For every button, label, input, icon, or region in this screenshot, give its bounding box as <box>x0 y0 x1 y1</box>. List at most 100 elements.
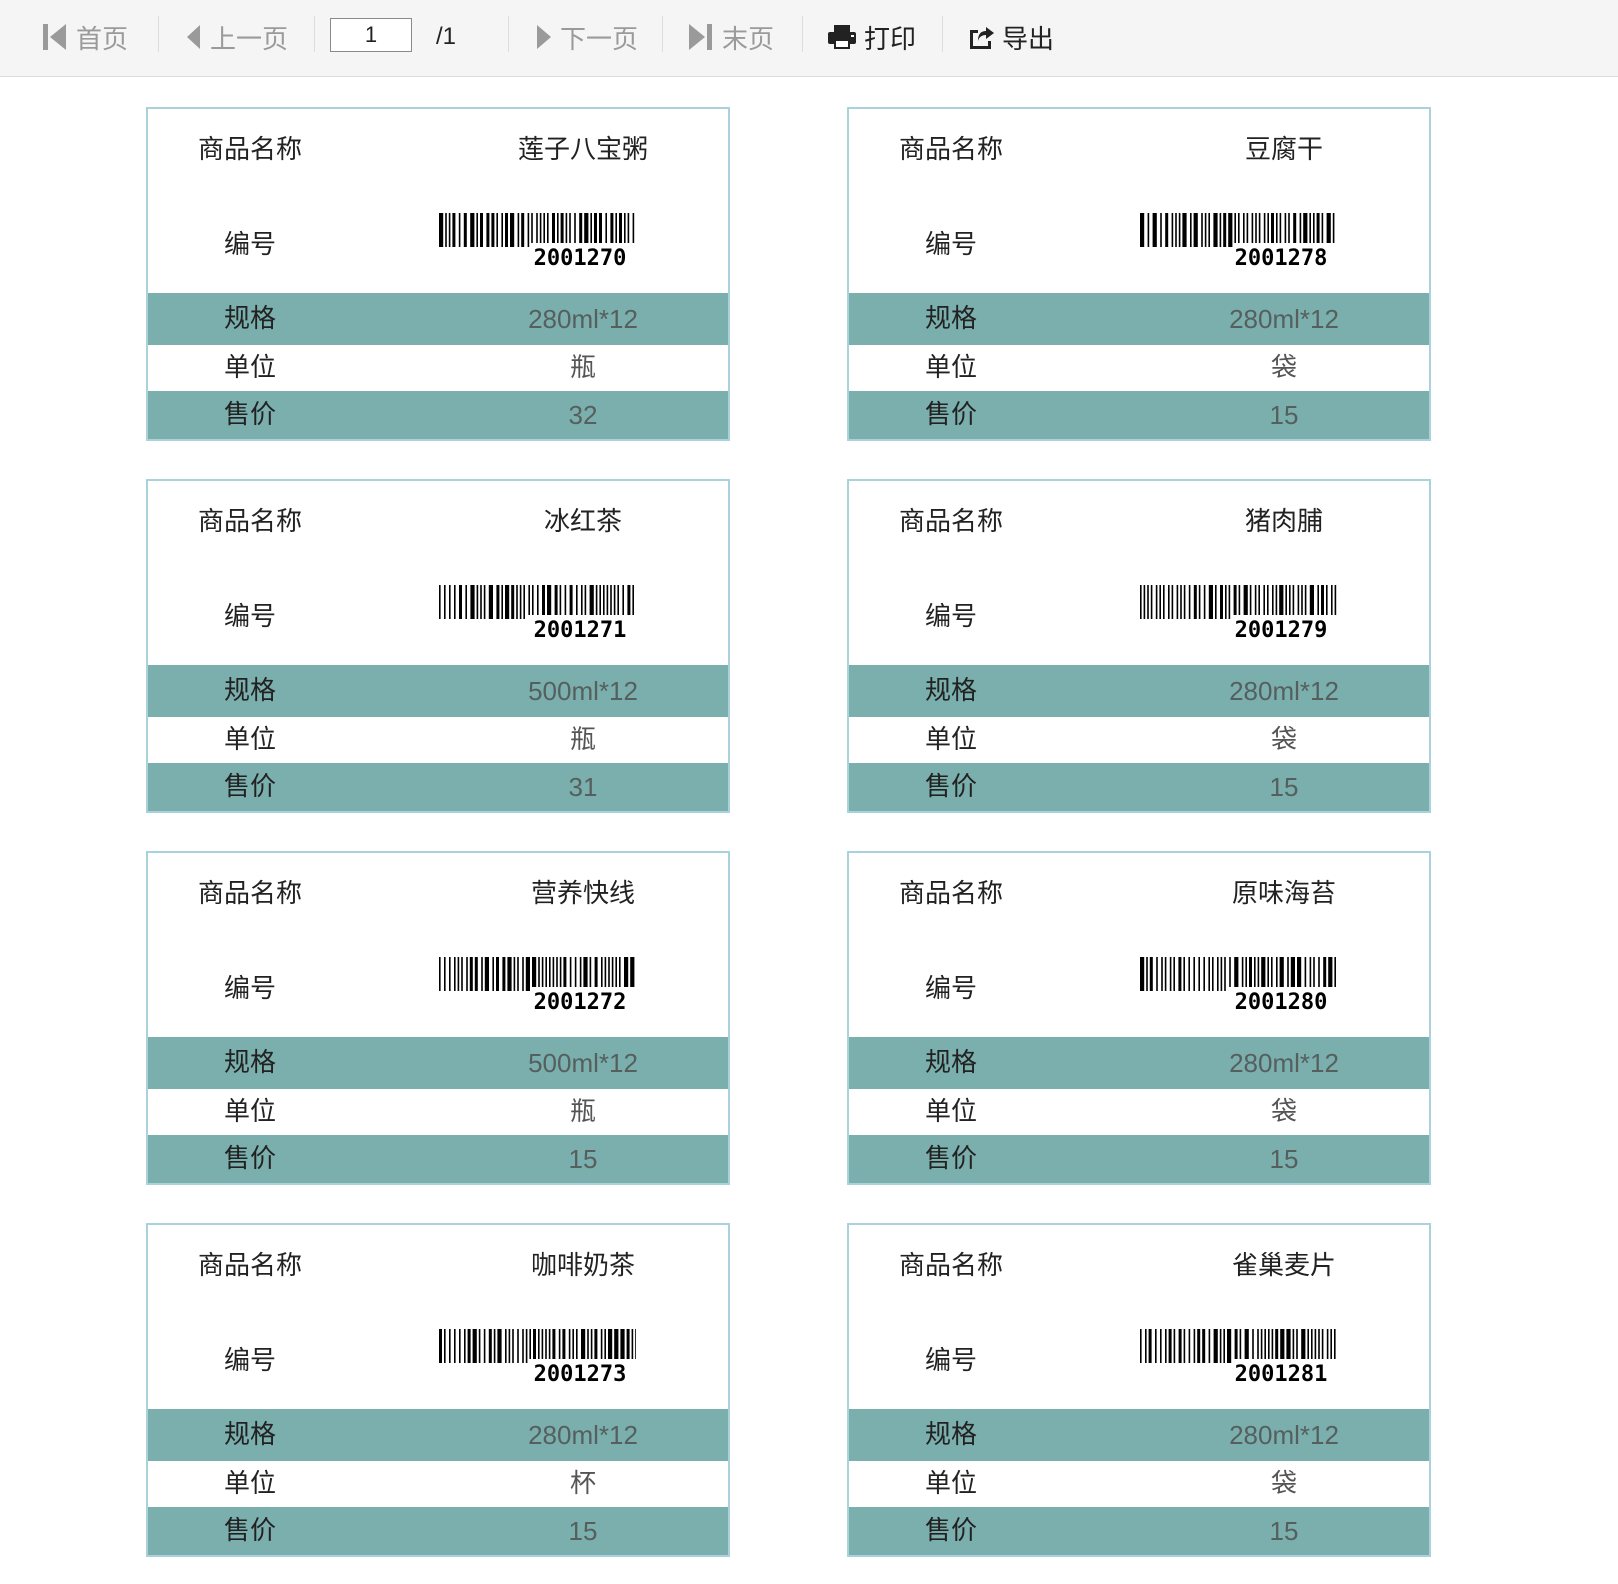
last-page-button[interactable]: 末页 <box>686 16 774 58</box>
barcode-bar <box>508 1329 511 1363</box>
toolbar-divider <box>508 16 509 52</box>
barcode-bar <box>1279 957 1284 987</box>
barcode-bar <box>1249 957 1252 987</box>
page-number-input[interactable] <box>330 18 412 52</box>
last-page-label: 末页 <box>722 24 775 55</box>
barcode-bar <box>1284 213 1287 243</box>
barcode-bar <box>1245 957 1247 987</box>
barcode-bar <box>1212 957 1214 991</box>
barcode-bar <box>1143 585 1146 619</box>
barcode-bar <box>474 957 478 991</box>
barcode-bar <box>1254 585 1257 615</box>
print-button[interactable]: 打印 <box>826 16 916 58</box>
barcode-bar <box>478 1329 481 1363</box>
spec-value: 280ml*12 <box>1229 1420 1339 1450</box>
spec-label: 规格 <box>223 1048 276 1078</box>
spec-value: 280ml*12 <box>528 304 638 334</box>
product-label-card: 商品名称 莲子八宝粥 编号 2001270 规格 280ml*12 单位 瓶售价 32 <box>146 107 730 441</box>
spec-value: 280ml*12 <box>528 1420 638 1450</box>
barcode-bar <box>461 957 463 991</box>
toolbar-divider <box>942 16 943 52</box>
barcode-bar <box>542 585 545 615</box>
barcode-bar <box>439 957 441 991</box>
next-page-button[interactable]: 下一页 <box>534 16 638 58</box>
first-page-button[interactable]: 首页 <box>40 16 128 58</box>
barcode-bar <box>480 585 482 619</box>
name-label: 商品名称 <box>197 1251 302 1281</box>
barcode-bar <box>610 213 614 243</box>
barcode-bar <box>1264 1329 1266 1359</box>
barcode-bar <box>565 213 568 243</box>
barcode-bar <box>1313 213 1315 243</box>
barcode-bar <box>595 585 598 615</box>
barcode-bar <box>604 957 607 987</box>
barcode-bar <box>608 957 610 987</box>
barcode-bar <box>1318 1329 1320 1359</box>
barcode-bar <box>1309 585 1314 615</box>
barcode-bar <box>444 957 446 991</box>
barcode-bar <box>1234 213 1236 243</box>
code-label: 编号 <box>223 230 276 260</box>
barcode-number: 2001279 <box>1235 618 1328 641</box>
barcode-bar <box>480 213 483 247</box>
barcode-bar <box>587 1329 589 1359</box>
barcode-bar <box>1163 585 1165 619</box>
barcode-bar <box>449 585 451 619</box>
code-row: 编号 2001273 <box>148 1311 728 1409</box>
barcode-bar <box>594 1329 598 1359</box>
barcode-bar <box>1182 213 1187 247</box>
barcode-bar <box>1160 1329 1162 1363</box>
barcode-bar <box>1193 213 1198 247</box>
barcode-bar <box>564 585 567 615</box>
unit-value: 瓶 <box>569 725 596 755</box>
barcode-bar <box>1208 957 1210 991</box>
product-label-card: 商品名称 营养快线 编号 2001272 规格 500ml*12 单位 瓶售价 15 <box>146 851 730 1185</box>
barcode-bar <box>527 213 530 247</box>
barcode-bar <box>572 1329 574 1359</box>
barcode-bar <box>449 1329 451 1363</box>
price-row: 售价 15 <box>849 1135 1429 1183</box>
report-toolbar: 首页 上一页 /1 下一页 末页 打印 <box>0 0 1618 77</box>
barcode-bar <box>1330 1329 1332 1359</box>
code-row: 编号 2001281 <box>849 1311 1429 1409</box>
barcode-bar <box>1219 1329 1222 1363</box>
code-row: 编号 2001280 <box>849 939 1429 1037</box>
unit-value: 袋 <box>1270 353 1297 383</box>
barcode-bar <box>529 1329 531 1359</box>
barcode-bar <box>536 213 538 243</box>
barcode-bar <box>463 213 467 247</box>
barcode-bar <box>1220 957 1223 991</box>
barcode-bar <box>631 1329 634 1359</box>
barcode-bar <box>574 213 576 243</box>
barcode-bar <box>1225 585 1227 619</box>
price-row: 售价 15 <box>148 1507 728 1555</box>
barcode-bar <box>1288 213 1290 243</box>
price-label: 售价 <box>223 772 276 802</box>
prev-page-button[interactable]: 上一页 <box>184 16 288 58</box>
barcode-bar <box>1271 213 1274 243</box>
barcode-bar <box>1169 957 1172 991</box>
barcode-bar <box>549 957 551 987</box>
spec-value: 280ml*12 <box>1229 676 1339 706</box>
toolbar-divider <box>158 16 159 52</box>
barcode-bar <box>1229 957 1231 987</box>
barcode-bar <box>1208 1329 1211 1363</box>
barcode-bar <box>1323 957 1327 987</box>
barcode-bar <box>1180 585 1182 619</box>
barcode-bar <box>560 213 564 243</box>
barcode-bar <box>1271 957 1273 987</box>
barcode-bar <box>537 585 539 615</box>
export-button[interactable]: 导出 <box>966 16 1054 58</box>
name-value: 豆腐干 <box>1244 135 1323 165</box>
barcode-image: 2001279 <box>1140 585 1337 641</box>
barcode-bar <box>531 213 533 243</box>
barcode-bar <box>505 585 510 619</box>
barcode-bar <box>632 585 634 615</box>
barcode-bar <box>1243 213 1245 243</box>
barcode-bar <box>568 1329 571 1359</box>
unit-value: 袋 <box>1270 725 1297 755</box>
name-label: 商品名称 <box>898 507 1003 537</box>
barcode-bar <box>1175 213 1177 247</box>
price-label: 售价 <box>924 400 977 430</box>
barcode-bar <box>1303 213 1308 243</box>
